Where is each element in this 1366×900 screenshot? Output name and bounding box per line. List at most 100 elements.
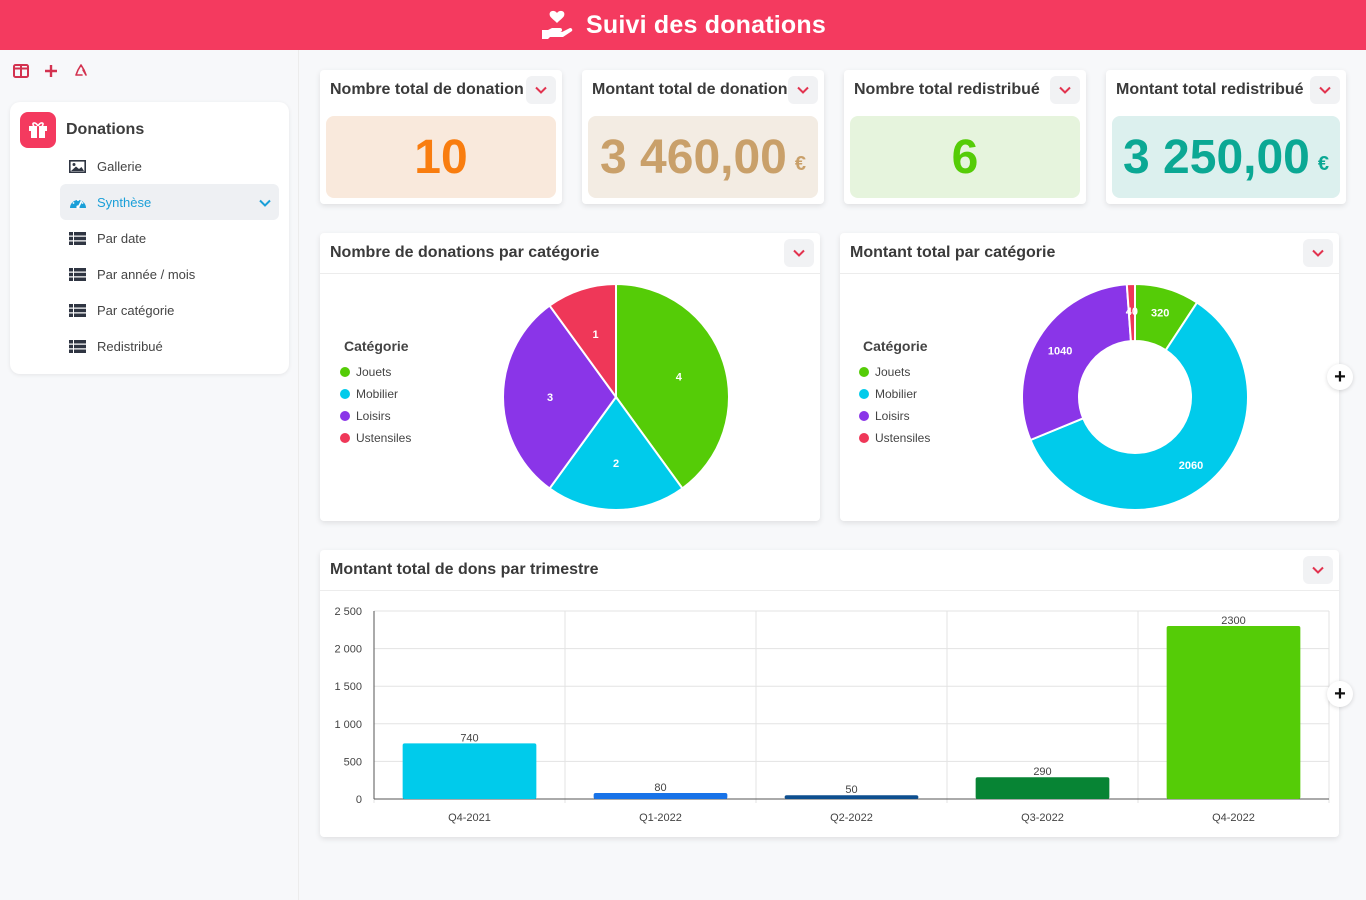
card-menu-button[interactable] <box>784 239 814 267</box>
table-icon <box>69 303 87 317</box>
kpi-currency: € <box>1317 153 1329 175</box>
kpi-card-montant-donations: Montant total de donation 3 460,00 € <box>582 70 824 204</box>
kpi-card-montant-redistribue: Montant total redistribué 3 250,00 € <box>1106 70 1346 204</box>
card-title: Montant total de dons par trimestre <box>330 561 599 578</box>
bar-data-label: 80 <box>654 782 666 794</box>
sidebar-nav-card: Donations Gallerie Synthèse Par date Par… <box>10 102 289 374</box>
card-title: Montant total de donation <box>592 81 788 98</box>
kpi-value-box: 10 <box>326 116 556 198</box>
legend-item[interactable]: Loisirs <box>859 409 910 423</box>
donut-slice-loisirs[interactable] <box>1021 283 1133 442</box>
bar-chart: 0 500 1 000 1 500 2 000 2 500 740 Q4-2021 80 Q1-2… <box>334 606 1330 824</box>
sidebar-item-label: Par date <box>97 230 147 246</box>
donut-chart: 320 2060 1040 40 <box>1021 282 1249 511</box>
kpi-card-nombre-donations: Nombre total de donation 10 <box>320 70 562 204</box>
hand-heart-icon <box>542 10 573 39</box>
sidebar-item-gallerie[interactable]: Gallerie <box>60 148 279 184</box>
chevron-down-icon <box>535 86 547 94</box>
chevron-down-icon <box>1319 86 1331 94</box>
add-icon[interactable] <box>40 60 62 82</box>
x-tick-label: Q4-2021 <box>448 812 491 824</box>
legend-item[interactable]: Mobilier <box>859 387 917 401</box>
y-tick-label: 0 <box>356 794 362 806</box>
bar-q3-2022[interactable] <box>975 777 1110 799</box>
card-menu-button[interactable] <box>526 76 556 104</box>
kpi-value-box: 3 460,00 € <box>588 116 818 198</box>
card-title: Nombre total de donation <box>330 81 524 98</box>
table-icon <box>69 339 87 353</box>
sidebar-item-synthese[interactable]: Synthèse <box>60 184 279 220</box>
bar-q4-2021[interactable] <box>402 743 537 799</box>
legend-item[interactable]: Ustensiles <box>859 431 930 445</box>
donut-data-label: 320 <box>1151 308 1169 320</box>
app-header: Suivi des donations <box>0 0 1366 50</box>
kpi-value: 10 <box>414 130 468 184</box>
kpi-value: 3 250,00 <box>1123 130 1310 184</box>
sidebar-item-par-annee-mois[interactable]: Par année / mois <box>60 256 279 292</box>
chevron-down-icon <box>793 249 805 257</box>
divider <box>320 273 820 274</box>
legend-title: Catégorie <box>344 338 409 354</box>
image-icon <box>69 159 87 173</box>
add-widget-button[interactable]: + <box>1327 681 1353 707</box>
bar-chart-card: Montant total de dons par trimestre 0 500… <box>320 550 1339 837</box>
sidebar-item-redistribue[interactable]: Redistribué <box>60 328 279 364</box>
bar-data-label: 50 <box>845 784 857 796</box>
legend-item[interactable]: Jouets <box>859 365 910 379</box>
card-title: Montant total redistribué <box>1116 81 1304 98</box>
add-widget-button[interactable]: + <box>1327 364 1353 390</box>
pie-chart-card: Nombre de donations par catégorie Catégo… <box>320 233 820 521</box>
chevron-down-icon <box>1312 249 1324 257</box>
dashboard-icon <box>69 195 87 209</box>
bar-q4-2022[interactable] <box>1166 626 1301 799</box>
kpi-value: 3 460,00 <box>600 130 787 184</box>
pie-data-label: 2 <box>613 458 619 470</box>
pie-data-label: 1 <box>593 329 599 341</box>
x-tick-label: Q4-2022 <box>1212 812 1255 824</box>
kpi-value-box: 6 <box>850 116 1080 198</box>
sidebar-item-par-date[interactable]: Par date <box>60 220 279 256</box>
sidebar-item-label: Redistribué <box>97 338 163 354</box>
donut-chart-card: Montant total par catégorie Catégorie Jo… <box>840 233 1339 521</box>
donut-data-label: 1040 <box>1048 346 1072 358</box>
card-title: Nombre de donations par catégorie <box>330 244 600 261</box>
card-menu-button[interactable] <box>1310 76 1340 104</box>
pie-chart: 4 2 3 1 <box>502 282 730 511</box>
sidebar-item-par-categorie[interactable]: Par catégorie <box>60 292 279 328</box>
legend-item[interactable]: Mobilier <box>340 387 398 401</box>
y-tick-label: 2 000 <box>334 644 362 656</box>
table-icon <box>69 267 87 281</box>
x-tick-label: Q2-2022 <box>830 812 873 824</box>
y-tick-label: 1 000 <box>334 719 362 731</box>
y-tick-label: 500 <box>344 756 362 768</box>
chevron-down-icon[interactable] <box>259 195 271 210</box>
card-menu-button[interactable] <box>1303 239 1333 267</box>
card-menu-button[interactable] <box>1303 556 1333 584</box>
pie-data-label: 4 <box>676 372 683 384</box>
legend-item[interactable]: Ustensiles <box>340 431 411 445</box>
card-title: Montant total par catégorie <box>850 244 1056 261</box>
table-icon <box>69 231 87 245</box>
sidebar-item-label: Par catégorie <box>97 302 175 318</box>
pie-data-label: 3 <box>547 392 553 404</box>
recycle-icon[interactable] <box>70 60 92 82</box>
card-menu-button[interactable] <box>788 76 818 104</box>
gift-box-icon <box>20 112 56 148</box>
panel-toggle-icon[interactable] <box>10 60 32 82</box>
donut-data-label: 2060 <box>1179 460 1203 472</box>
legend-item[interactable]: Loisirs <box>340 409 391 423</box>
kpi-currency: € <box>794 153 806 175</box>
sidebar-section-label: Donations <box>66 121 145 138</box>
y-tick-label: 2 500 <box>334 606 362 618</box>
sidebar-toolbar <box>10 60 92 82</box>
sidebar-item-label: Par année / mois <box>97 266 196 282</box>
kpi-value: 6 <box>951 130 979 184</box>
legend-item[interactable]: Jouets <box>340 365 391 379</box>
card-menu-button[interactable] <box>1050 76 1080 104</box>
sidebar-section-header[interactable]: Donations <box>20 112 144 148</box>
kpi-card-nombre-redistribue: Nombre total redistribué 6 <box>844 70 1086 204</box>
bar-data-label: 2300 <box>1221 615 1245 627</box>
x-tick-label: Q1-2022 <box>639 812 682 824</box>
sidebar-item-label: Gallerie <box>97 158 142 174</box>
donut-data-label: 40 <box>1126 306 1138 318</box>
